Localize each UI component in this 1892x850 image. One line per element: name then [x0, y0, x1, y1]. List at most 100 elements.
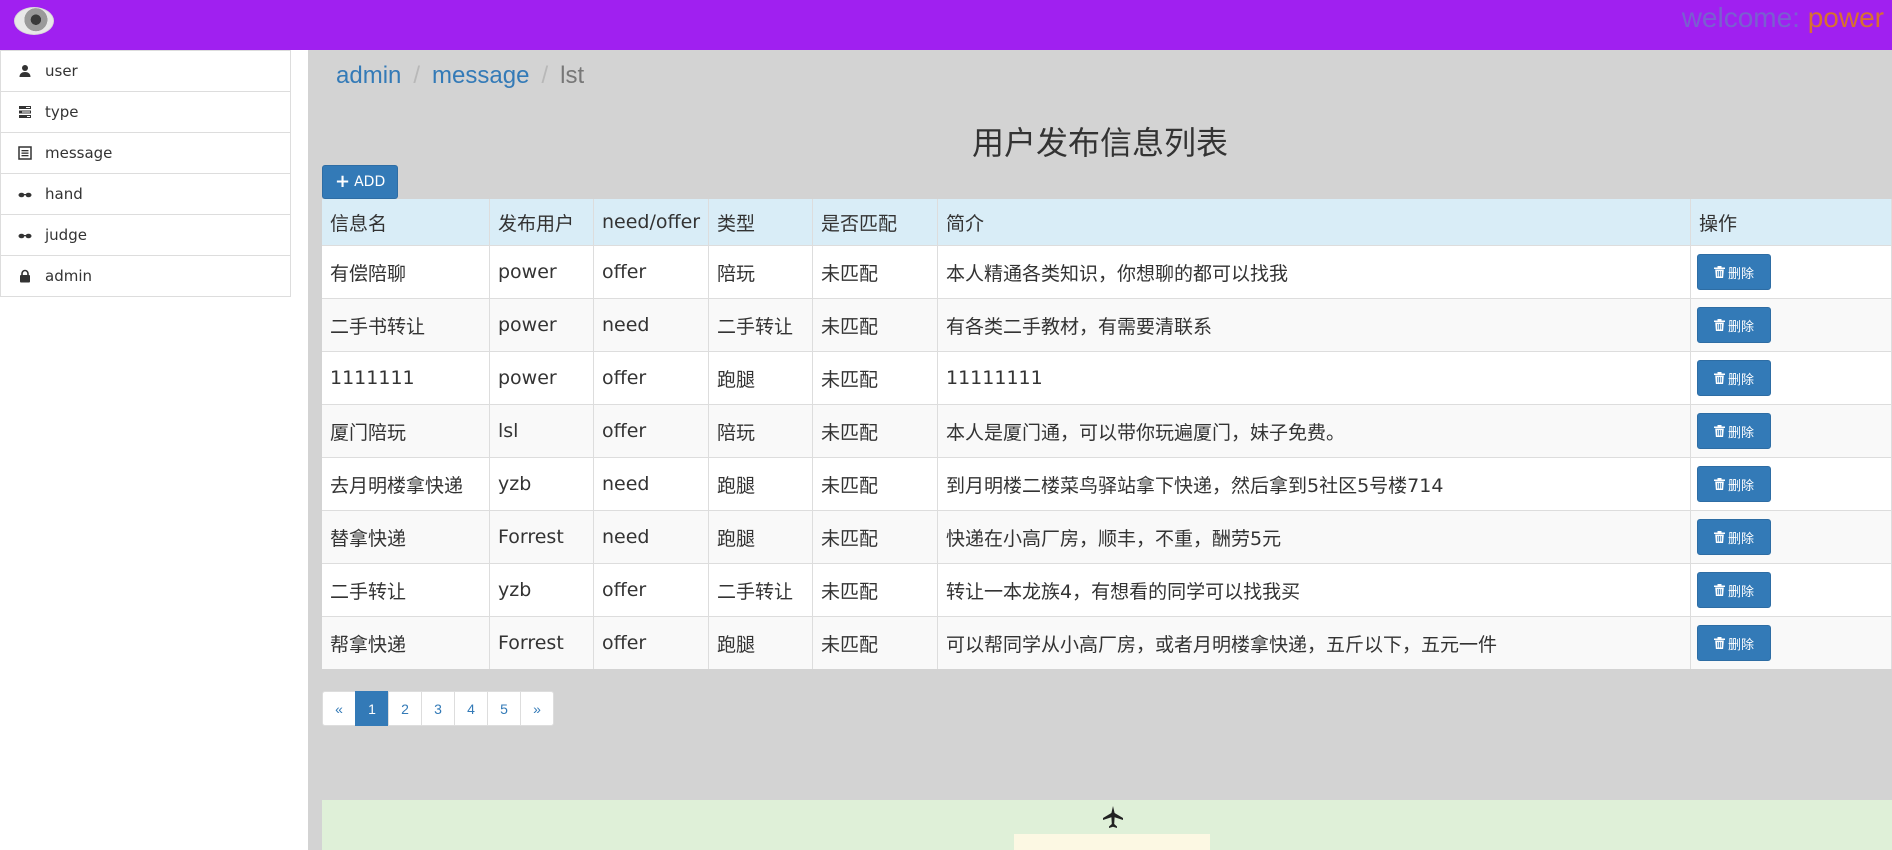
table-row: 有偿陪聊 power offer 陪玩 未匹配 本人精通各类知识，你想聊的都可以找我 删除 — [322, 245, 1892, 299]
table-cell: yzb — [489, 563, 594, 617]
delete-button[interactable]: 删除 — [1697, 360, 1771, 396]
main-content: admin / message / lst 用户发布信息列表 + ADD 信息名 发布用… — [308, 50, 1892, 850]
table-cell-actions: 删除 — [1690, 404, 1892, 458]
trash-icon — [1713, 425, 1725, 437]
delete-button[interactable]: 删除 — [1697, 572, 1771, 608]
column-header-title[interactable]: 信息名 — [322, 199, 490, 246]
delete-button[interactable]: 删除 — [1697, 625, 1771, 661]
footer-box — [1014, 834, 1210, 850]
column-header-need-offer[interactable]: need/offer — [593, 199, 709, 246]
welcome-username: power — [1807, 2, 1884, 33]
column-header-description[interactable]: 简介 — [937, 199, 1691, 246]
table-cell: 未匹配 — [812, 245, 938, 299]
table-cell: power — [489, 351, 594, 405]
sunglasses-icon — [17, 186, 33, 202]
table-row: 替拿快递 Forrest need 跑腿 未匹配 快递在小高厂房，顺丰，不重，酬劳5元 删除 — [322, 510, 1892, 564]
pagination-page-3[interactable]: 3 — [421, 691, 455, 726]
user-icon — [17, 63, 33, 79]
table-cell: need — [593, 510, 709, 564]
table-row: 1111111 power offer 跑腿 未匹配 11111111 删除 — [322, 351, 1892, 405]
delete-button[interactable]: 删除 — [1697, 413, 1771, 449]
table-cell: 转让一本龙族4，有想看的同学可以找我买 — [937, 563, 1691, 617]
table-cell: lsl — [489, 404, 594, 458]
trash-icon — [1713, 319, 1725, 331]
table-cell: 二手书转让 — [322, 298, 490, 352]
sidebar-item-type[interactable]: type — [0, 92, 291, 133]
sidebar-item-message[interactable]: message — [0, 133, 291, 174]
table-cell-actions: 删除 — [1690, 245, 1892, 299]
pagination-page-1[interactable]: 1 — [355, 691, 389, 726]
table-cell: 有各类二手教材，有需要清联系 — [937, 298, 1691, 352]
delete-button-label: 删除 — [1727, 637, 1754, 653]
table-cell: 跑腿 — [708, 351, 813, 405]
delete-button-label: 删除 — [1727, 425, 1754, 441]
sidebar-item-hand[interactable]: hand — [0, 174, 291, 215]
delete-button-label: 删除 — [1727, 584, 1754, 600]
sidebar-menu: user type message hand judge admin — [0, 50, 291, 297]
sidebar-item-label: type — [45, 103, 79, 121]
trash-icon — [1713, 637, 1725, 649]
table-cell: 跑腿 — [708, 457, 813, 511]
delete-button[interactable]: 删除 — [1697, 254, 1771, 290]
sidebar-item-label: hand — [45, 185, 83, 203]
breadcrumb-separator: / — [541, 62, 549, 89]
table-cell: 到月明楼二楼菜鸟驿站拿下快递，然后拿到5社区5号楼714 — [937, 457, 1691, 511]
table-cell: 二手转让 — [708, 563, 813, 617]
delete-button[interactable]: 删除 — [1697, 466, 1771, 502]
delete-button[interactable]: 删除 — [1697, 519, 1771, 555]
delete-button[interactable]: 删除 — [1697, 307, 1771, 343]
table-cell: 有偿陪聊 — [322, 245, 490, 299]
add-button[interactable]: + ADD — [322, 165, 399, 199]
delete-button-label: 删除 — [1727, 478, 1754, 494]
table-cell: offer — [593, 563, 709, 617]
list-alt-icon — [17, 145, 33, 161]
pagination-page-2[interactable]: 2 — [388, 691, 422, 726]
breadcrumb-admin[interactable]: admin — [336, 62, 401, 89]
pagination-page-5[interactable]: 5 — [487, 691, 521, 726]
table-header-row: 信息名 发布用户 need/offer 类型 是否匹配 简介 操作 — [322, 199, 1892, 246]
table-cell: 陪玩 — [708, 404, 813, 458]
table-cell: power — [489, 298, 594, 352]
pagination-prev[interactable]: « — [322, 691, 356, 726]
pagination-page-4[interactable]: 4 — [454, 691, 488, 726]
table-cell: 未匹配 — [812, 457, 938, 511]
table-cell: 可以帮同学从小高厂房，或者月明楼拿快递，五斤以下，五元一件 — [937, 616, 1691, 669]
column-header-matched[interactable]: 是否匹配 — [812, 199, 938, 246]
table-cell-actions: 删除 — [1690, 457, 1892, 511]
table-cell-actions: 删除 — [1690, 563, 1892, 617]
sunglasses-icon — [17, 227, 33, 243]
table-cell: 未匹配 — [812, 563, 938, 617]
lock-icon — [17, 268, 33, 284]
column-header-publisher[interactable]: 发布用户 — [489, 199, 594, 246]
table-row: 二手书转让 power need 二手转让 未匹配 有各类二手教材，有需要清联系 删除 — [322, 298, 1892, 352]
column-header-type[interactable]: 类型 — [708, 199, 813, 246]
trash-icon — [1713, 531, 1725, 543]
table-cell: 未匹配 — [812, 351, 938, 405]
table-row: 二手转让 yzb offer 二手转让 未匹配 转让一本龙族4，有想看的同学可以找我买 删除 — [322, 563, 1892, 617]
table-cell: 二手转让 — [322, 563, 490, 617]
sidebar-item-judge[interactable]: judge — [0, 215, 291, 256]
table-cell: 二手转让 — [708, 298, 813, 352]
table-cell: 未匹配 — [812, 616, 938, 669]
sidebar-item-user[interactable]: user — [0, 50, 291, 92]
message-table: 信息名 发布用户 need/offer 类型 是否匹配 简介 操作 有偿陪聊 po… — [322, 199, 1892, 669]
pagination-next[interactable]: » — [520, 691, 554, 726]
table-cell: 去月明楼拿快递 — [322, 457, 490, 511]
table-cell: offer — [593, 245, 709, 299]
sidebar-item-label: admin — [45, 267, 92, 285]
trash-icon — [1713, 584, 1725, 596]
column-header-actions[interactable]: 操作 — [1690, 199, 1892, 246]
table-cell: 替拿快递 — [322, 510, 490, 564]
sidebar-item-admin[interactable]: admin — [0, 256, 291, 297]
table-cell: 本人是厦门通，可以带你玩遍厦门，妹子免费。 — [937, 404, 1691, 458]
table-cell: 陪玩 — [708, 245, 813, 299]
trash-icon — [1713, 266, 1725, 278]
table-body: 有偿陪聊 power offer 陪玩 未匹配 本人精通各类知识，你想聊的都可以找我 删除二… — [322, 245, 1892, 669]
table-cell: yzb — [489, 457, 594, 511]
avatar[interactable] — [14, 7, 54, 35]
table-cell: 未匹配 — [812, 298, 938, 352]
delete-button-label: 删除 — [1727, 531, 1754, 547]
add-button-label: ADD — [354, 174, 386, 190]
breadcrumb-separator: / — [413, 62, 421, 89]
breadcrumb-message[interactable]: message — [432, 62, 529, 89]
